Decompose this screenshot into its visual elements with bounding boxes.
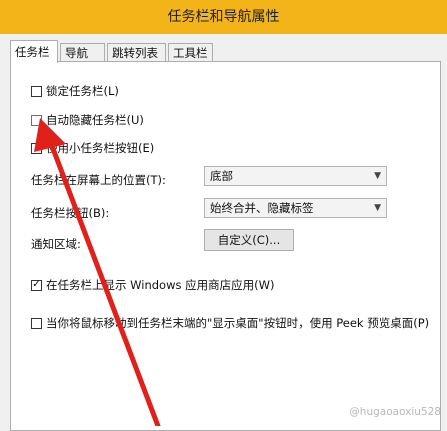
red-arrow-annotation	[34, 118, 161, 426]
tab-taskbar[interactable]: 任务栏	[10, 40, 58, 63]
arrow-shaft	[49, 143, 161, 426]
watermark-text: @hugaoaoxiu528	[349, 406, 441, 418]
arrow-head	[34, 118, 66, 152]
